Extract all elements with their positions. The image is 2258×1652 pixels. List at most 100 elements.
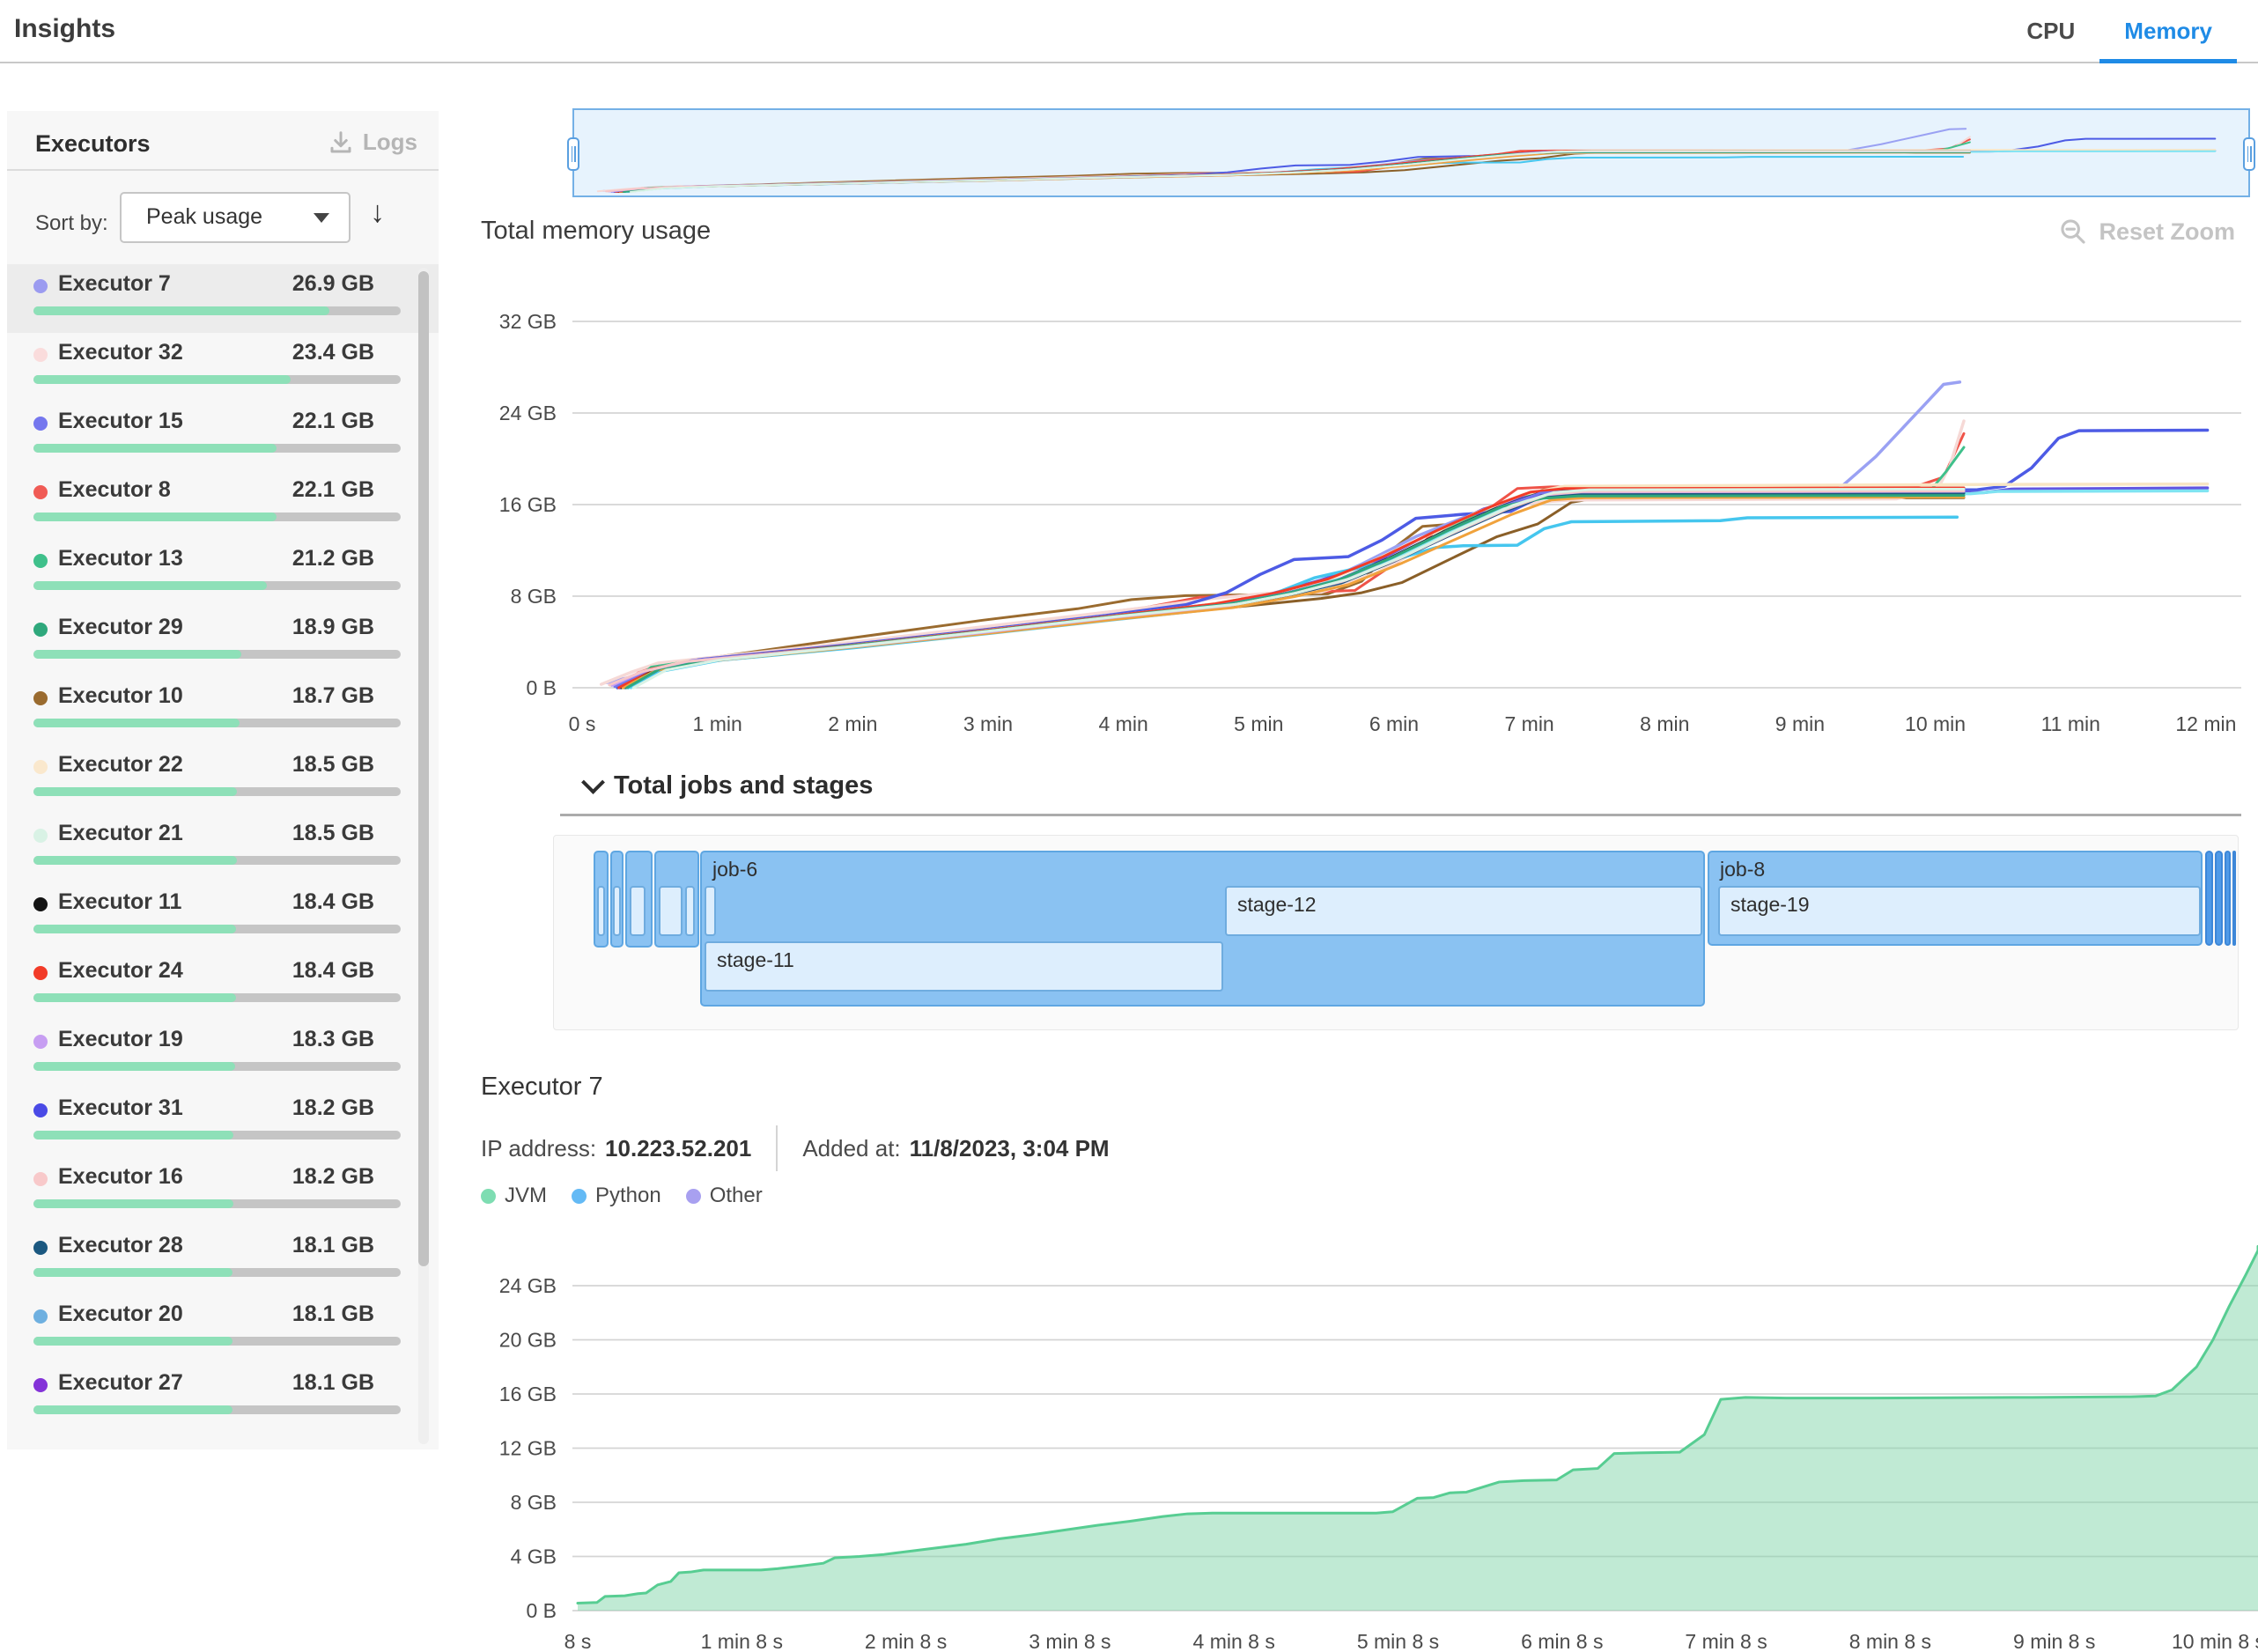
executor-name: Executor 32 (58, 340, 183, 365)
executor-list-item[interactable]: Executor 726.9 GB (7, 264, 439, 333)
executor-peak-value: 18.1 GB (292, 1233, 374, 1258)
executor-usage-fill (33, 719, 240, 727)
executor-list-item[interactable]: Executor 1321.2 GB (7, 539, 439, 608)
executor-peak-value: 18.4 GB (292, 958, 374, 984)
executor-list-item[interactable]: Executor 2818.1 GB (7, 1226, 439, 1294)
sidebar-scrollbar-thumb[interactable] (418, 271, 429, 1266)
stage-bar[interactable]: stage-11 (705, 941, 1223, 992)
executor-list-item[interactable]: Executor 2418.4 GB (7, 951, 439, 1020)
sort-direction-button[interactable]: ↓ (370, 195, 385, 230)
tab-cpu[interactable]: CPU (2002, 0, 2099, 62)
executor-usage-bar (33, 375, 401, 384)
executor-list-item[interactable]: Executor 1618.2 GB (7, 1157, 439, 1226)
jobs-section-toggle[interactable]: Total jobs and stages (585, 771, 873, 800)
sidebar-title: Executors (35, 130, 151, 158)
y-axis-tick-label: 16 GB (499, 493, 557, 516)
stage-bar[interactable] (613, 886, 621, 936)
x-axis-tick-label: 4 min (1099, 712, 1148, 735)
executor-color-dot (33, 554, 48, 568)
executor-list-item[interactable]: Executor 1522.1 GB (7, 402, 439, 470)
memory-chart-title: Total memory usage (481, 217, 711, 246)
legend-color-dot (572, 1189, 587, 1204)
chevron-down-icon (581, 771, 605, 794)
executor-list-item[interactable]: Executor 822.1 GB (7, 470, 439, 539)
executor-list-item[interactable]: Executor 2118.5 GB (7, 814, 439, 882)
stage-bar[interactable]: stage-19 (1718, 886, 2201, 936)
x-axis-tick-label: 9 min (1775, 712, 1825, 735)
y-axis-tick-label: 12 GB (499, 1437, 557, 1460)
executor-list-item[interactable]: Executor 2218.5 GB (7, 745, 439, 814)
stage-bar[interactable] (685, 886, 695, 936)
logs-button-label: Logs (363, 129, 417, 156)
x-axis-tick-label: 12 min (2175, 712, 2236, 735)
executor-list-item[interactable]: Executor 1018.7 GB (7, 676, 439, 745)
y-axis-tick-label: 20 GB (499, 1329, 557, 1352)
executor-peak-value: 18.7 GB (292, 683, 374, 709)
x-axis-tick-label: 11 min (2041, 712, 2100, 735)
added-at-label: Added at: (802, 1135, 900, 1162)
x-axis-tick-label: 0 s (569, 712, 596, 735)
executor-name: Executor 8 (58, 477, 171, 503)
job-bar[interactable] (2205, 851, 2213, 946)
legend-item[interactable]: Other (686, 1184, 763, 1208)
legend-item[interactable]: Python (572, 1184, 661, 1208)
memory-series-executor-7[interactable] (607, 382, 1960, 682)
executor-peak-value: 18.2 GB (292, 1164, 374, 1190)
executor-color-dot (33, 485, 48, 499)
memory-series-cyan-light[interactable] (631, 490, 2207, 688)
executor-usage-fill (33, 444, 277, 453)
job-bar[interactable] (2215, 851, 2223, 946)
legend-item[interactable]: JVM (481, 1184, 547, 1208)
x-axis-tick-label: 10 min (1905, 712, 1966, 735)
executor-usage-bar (33, 856, 401, 865)
stage-bar[interactable] (659, 886, 683, 936)
executor-name: Executor 29 (58, 615, 183, 640)
brush-handle-left[interactable] (567, 137, 579, 171)
executor-list-item[interactable]: Executor 32 23.4 GB (7, 333, 439, 402)
tab-memory[interactable]: Memory (2099, 0, 2237, 62)
x-axis-tick-label: 2 min 8 s (865, 1630, 947, 1652)
download-icon (328, 129, 354, 156)
executor-name: Executor 15 (58, 409, 183, 434)
executor-list-item[interactable]: Executor 3118.2 GB (7, 1088, 439, 1157)
executor-usage-fill (33, 787, 237, 796)
executor-color-dot (33, 279, 48, 293)
x-axis-tick-label: 1 min (693, 712, 742, 735)
stage-bar-label: stage-19 (1720, 888, 2199, 917)
memory-type-legend: JVM Python Other (481, 1184, 763, 1208)
logs-button[interactable]: Logs (328, 129, 417, 156)
stage-bar[interactable] (630, 886, 646, 936)
job-bar[interactable] (2232, 851, 2236, 946)
executor-usage-fill (33, 375, 291, 384)
brush-handle-grip (572, 146, 573, 162)
reset-zoom-button[interactable]: Reset Zoom (2058, 217, 2235, 247)
executor-color-dot (33, 417, 48, 431)
executor-list-item[interactable]: Executor 1918.3 GB (7, 1020, 439, 1088)
executor-list-item[interactable]: Executor 2018.1 GB (7, 1294, 439, 1363)
stage-bar[interactable] (705, 886, 716, 936)
executor-usage-fill (33, 1062, 235, 1071)
executor-list-item[interactable]: Executor 2718.1 GB (7, 1363, 439, 1432)
executor-list-item[interactable]: Executor 1118.4 GB (7, 882, 439, 951)
memory-series-executor-29[interactable] (627, 496, 1964, 688)
job-bar[interactable] (2225, 851, 2231, 946)
legend-color-dot (686, 1189, 701, 1204)
executor-usage-bar (33, 925, 401, 933)
executor-peak-value: 23.4 GB (292, 340, 374, 365)
executor-list-item[interactable]: Executor 2918.9 GB (7, 608, 439, 676)
sort-by-select[interactable]: Peak usage (120, 192, 351, 243)
executor-usage-fill (33, 1131, 233, 1139)
executor-color-dot (33, 966, 48, 980)
executor-usage-bar (33, 1337, 401, 1346)
active-tab-underline (2099, 59, 2237, 63)
stage-bar[interactable]: stage-12 (1225, 886, 1702, 936)
executor-usage-bar (33, 306, 401, 315)
memory-series-executor-22[interactable] (610, 484, 2207, 686)
brush-handle-grip (2250, 146, 2252, 162)
ip-address-value: 10.223.52.201 (605, 1135, 751, 1162)
brush-handle-right[interactable] (2243, 137, 2255, 171)
stage-bar-label: stage-12 (1227, 888, 1701, 917)
executor-peak-value: 18.3 GB (292, 1027, 374, 1052)
stage-bar[interactable] (597, 886, 605, 936)
added-at-value: 11/8/2023, 3:04 PM (910, 1135, 1110, 1162)
